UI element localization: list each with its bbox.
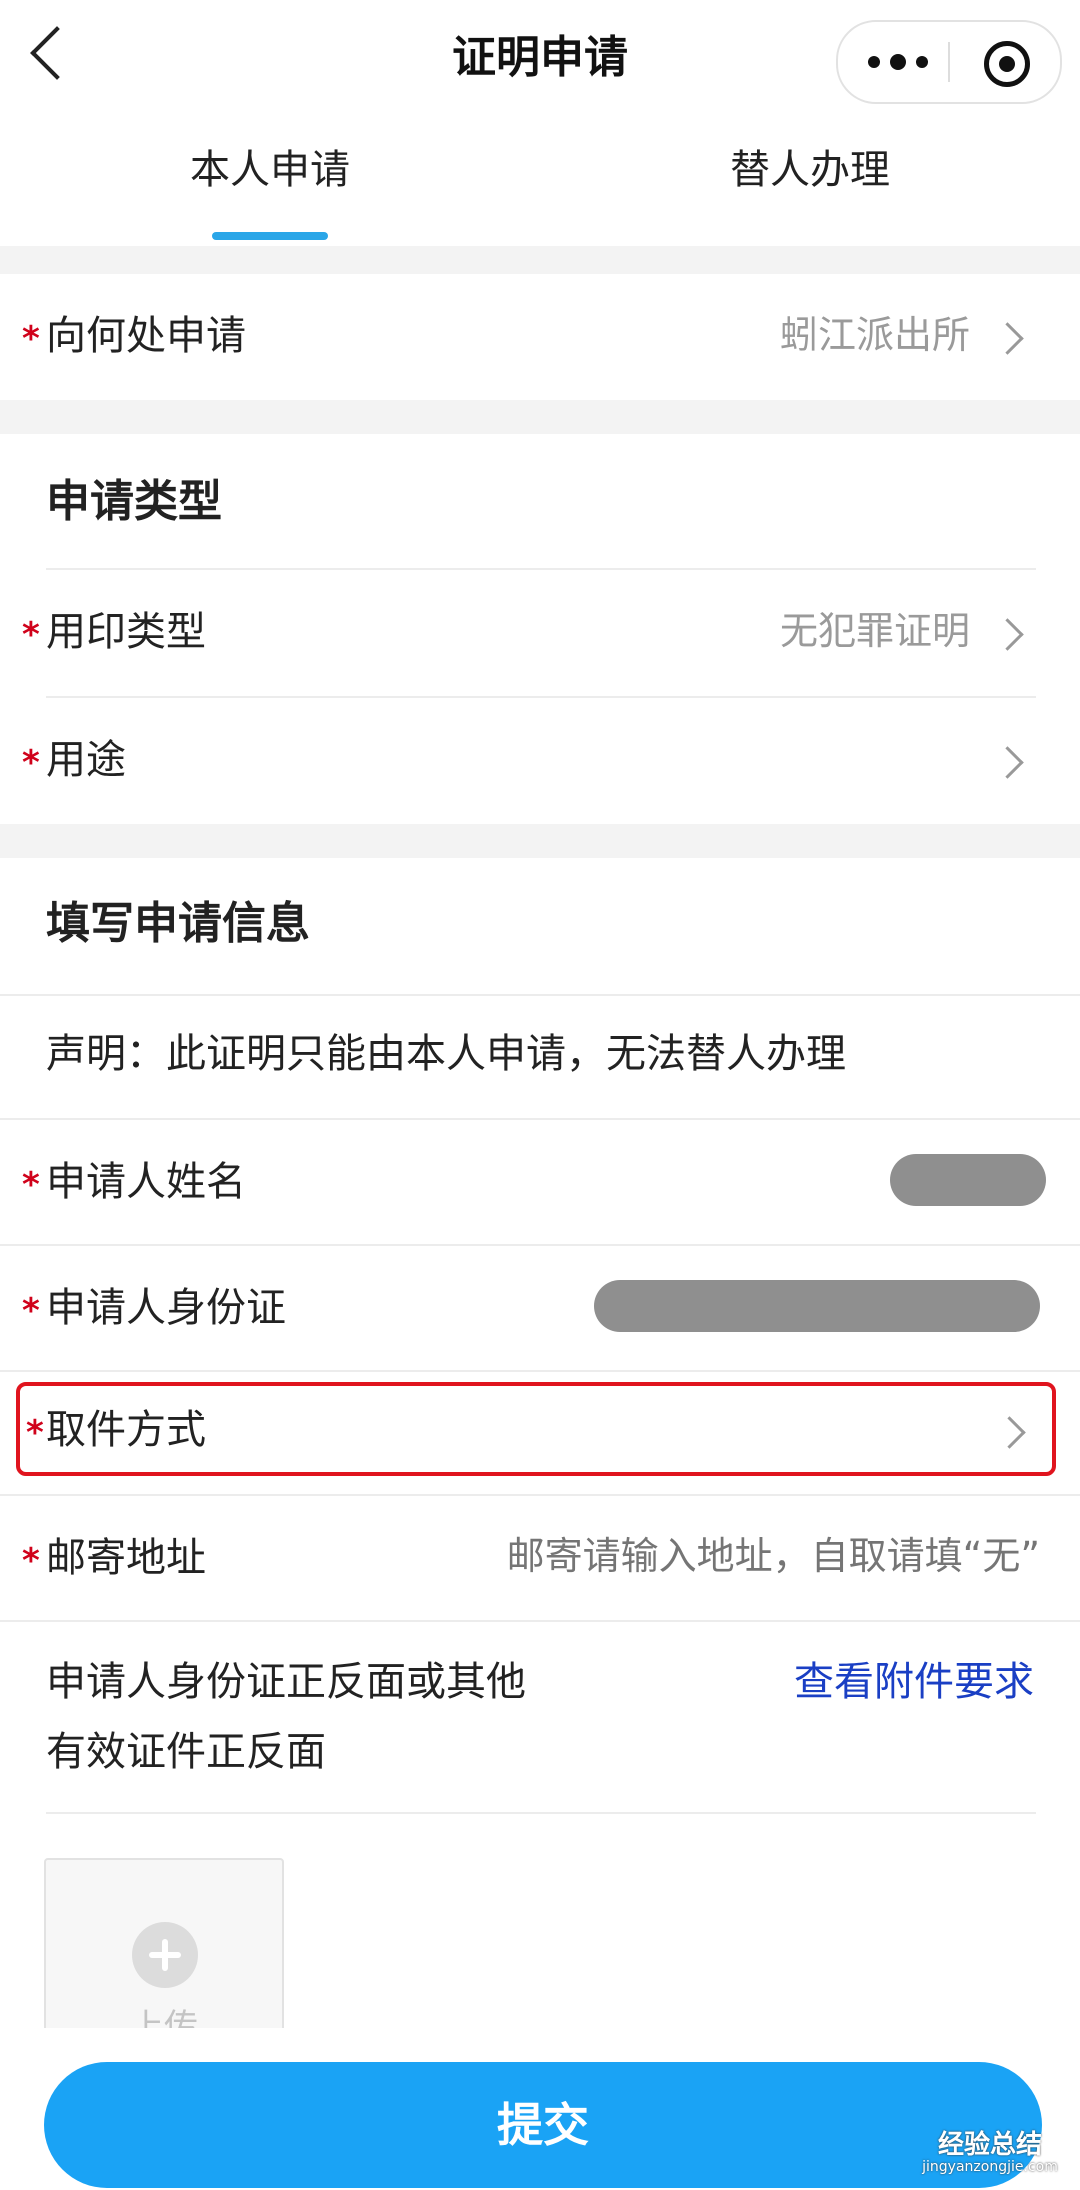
notice-text: 声明：此证明只能由本人申请，无法替人办理: [46, 1031, 846, 1077]
pickup-method-row[interactable]: * 取件方式: [16, 1382, 1056, 1476]
info-section-title: 填写申请信息: [46, 898, 310, 949]
address-input[interactable]: [420, 1524, 1040, 1588]
section-gap: [0, 400, 1080, 434]
chevron-right-icon: [991, 618, 1024, 651]
divider: [0, 994, 1080, 996]
capsule-close-icon[interactable]: [984, 41, 1030, 87]
attachment-label-line2: 有效证件正反面: [46, 1729, 326, 1775]
address-label: 邮寄地址: [46, 1535, 206, 1581]
pickup-method-label: 取件方式: [46, 1407, 206, 1453]
attachment-label-line1: 申请人身份证正反面或其他: [46, 1659, 526, 1705]
tab-self-apply-label: 本人申请: [190, 147, 350, 193]
required-star: *: [22, 1541, 40, 1581]
purpose-label: 用途: [46, 737, 126, 783]
required-star: *: [22, 1165, 40, 1205]
name-row[interactable]: * 申请人姓名: [0, 1120, 1080, 1244]
name-label: 申请人姓名: [46, 1159, 246, 1205]
capsule-menu: [836, 20, 1062, 104]
tab-proxy-apply[interactable]: 替人办理: [540, 150, 1080, 190]
location-value: 蚓江派出所: [779, 313, 970, 357]
upload-label: 上传: [130, 2007, 198, 2028]
id-label: 申请人身份证: [46, 1285, 286, 1331]
chevron-right-icon: [993, 1416, 1026, 1449]
plus-icon: [132, 1922, 198, 1988]
location-label: 向何处申请: [46, 313, 246, 359]
seal-type-value: 无犯罪证明: [779, 609, 970, 653]
tab-proxy-apply-label: 替人办理: [730, 147, 890, 193]
watermark-title: 经验总结: [937, 2130, 1042, 2160]
divider: [0, 1620, 1080, 1622]
seal-type-row[interactable]: * 用印类型 无犯罪证明: [0, 570, 1080, 696]
upload-tile[interactable]: 上传: [44, 1858, 284, 2028]
watermark: 经验总结 jingyanzongjie.com: [900, 2132, 1080, 2178]
capsule-divider: [948, 42, 950, 82]
address-row[interactable]: * 邮寄地址: [0, 1496, 1080, 1620]
location-row[interactable]: * 向何处申请 蚓江派出所: [0, 274, 1080, 400]
divider: [0, 1370, 1080, 1372]
apply-type-title: 申请类型: [46, 476, 222, 527]
required-star: *: [22, 615, 40, 655]
chevron-right-icon: [991, 746, 1024, 779]
submit-label: 提交: [497, 2098, 589, 2152]
section-gap: [0, 824, 1080, 858]
watermark-url: jingyanzongjie.com: [922, 2159, 1058, 2175]
required-star: *: [22, 1291, 40, 1331]
redacted-id: [594, 1280, 1040, 1332]
id-row[interactable]: * 申请人身份证: [0, 1246, 1080, 1370]
purpose-row[interactable]: * 用途: [0, 698, 1080, 824]
required-star: *: [22, 319, 40, 359]
redacted-name: [890, 1154, 1046, 1206]
required-star: *: [26, 1413, 44, 1453]
attachment-requirements-link[interactable]: 查看附件要求: [794, 1662, 1034, 1702]
seal-type-label: 用印类型: [46, 609, 206, 655]
section-gap: [0, 246, 1080, 274]
tab-indicator: [212, 232, 328, 240]
upload-area-clip: 上传: [0, 1814, 1080, 2028]
chevron-right-icon: [991, 322, 1024, 355]
more-dots-icon[interactable]: [868, 52, 928, 72]
tab-self-apply[interactable]: 本人申请: [0, 150, 540, 190]
required-star: *: [22, 743, 40, 783]
submit-button[interactable]: 提交: [44, 2062, 1042, 2188]
